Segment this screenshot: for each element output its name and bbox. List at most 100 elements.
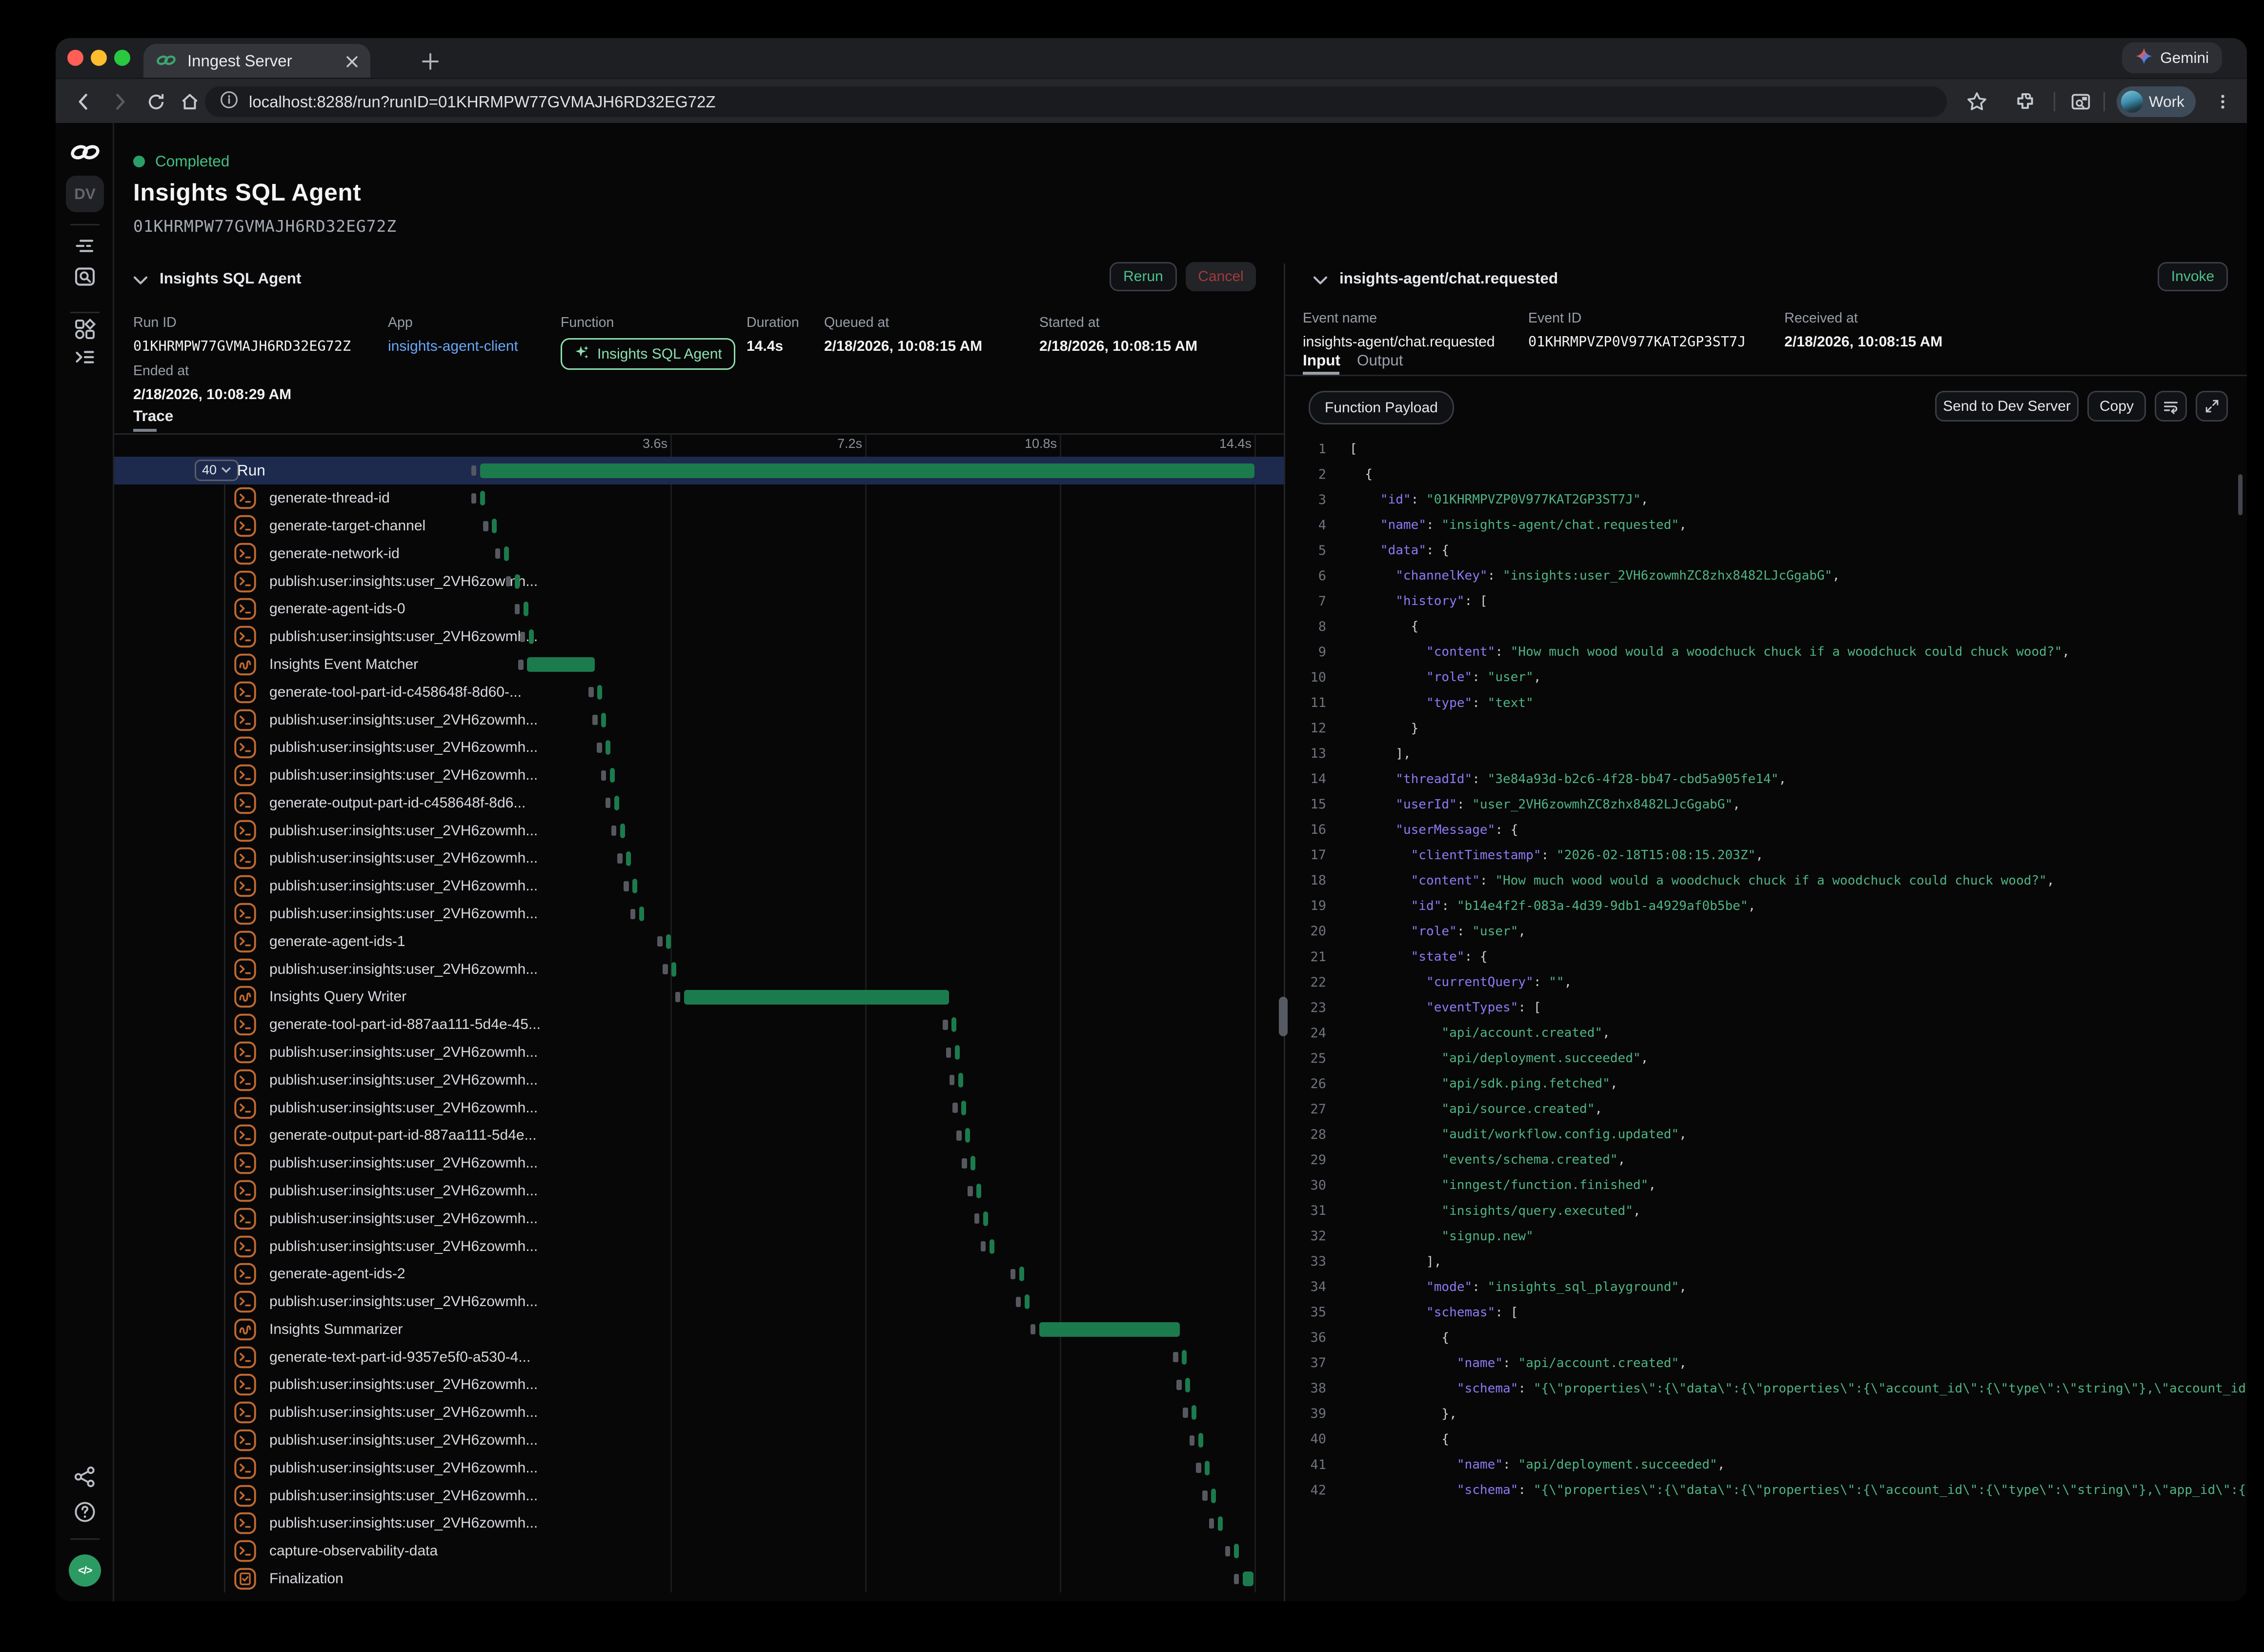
trace-row[interactable]: publish:user:insights:user_2VH6zowmh... — [114, 1482, 1284, 1510]
profile-chip[interactable]: Work — [2117, 86, 2196, 117]
trace-row[interactable]: Insights Query Writer — [114, 983, 1284, 1011]
field-label: Duration — [747, 315, 799, 331]
address-bar[interactable]: localhost:8288/run?runID=01KHRMPW77GVMAJ… — [205, 86, 1947, 117]
trace-row[interactable]: publish:user:insights:user_2VH6zowmh... — [114, 1205, 1284, 1232]
trace-row[interactable]: publish:user:insights:user_2VH6zowmh... — [114, 1288, 1284, 1316]
dev-tools-button[interactable]: </> — [69, 1554, 101, 1587]
trace-row[interactable]: capture-observability-data — [114, 1537, 1284, 1565]
tab-output[interactable]: Output — [1357, 351, 1403, 369]
trace-bar — [1039, 1322, 1180, 1337]
trace-row[interactable]: publish:user:insights:user_2VH6zowmh... — [114, 900, 1284, 928]
trace-row[interactable]: publish:user:insights:user_2VH6zowmh... — [114, 706, 1284, 734]
field-value: 2/18/2026, 10:08:15 AM — [1039, 338, 1197, 355]
copy-button[interactable]: Copy — [2087, 391, 2146, 422]
bookmark-star-icon[interactable] — [1964, 89, 1989, 114]
gemini-button[interactable]: Gemini — [2122, 42, 2222, 73]
trace-root-row[interactable]: 40 Run — [114, 457, 1284, 484]
trace-row[interactable]: publish:user:insights:user_2VH6zowmh... — [114, 845, 1284, 872]
chevron-down-icon[interactable] — [1313, 265, 1328, 292]
cancel-button[interactable]: Cancel — [1186, 262, 1256, 291]
event-section-header[interactable]: insights-agent/chat.requested — [1313, 263, 1558, 293]
trace-row[interactable]: publish:user:insights:user_2VH6zowmh... — [114, 567, 1284, 595]
minimize-window-button[interactable] — [91, 50, 107, 66]
trace-row[interactable]: generate-agent-ids-1 — [114, 927, 1284, 955]
trace-row[interactable]: publish:user:insights:user_2VH6zowmh... — [114, 955, 1284, 983]
share-icon[interactable] — [56, 1459, 114, 1494]
trace-row[interactable]: generate-network-id — [114, 540, 1284, 567]
tab-input[interactable]: Input — [1303, 351, 1340, 369]
site-info-icon[interactable] — [220, 88, 239, 115]
home-icon[interactable] — [177, 89, 202, 114]
trace-row[interactable]: publish:user:insights:user_2VH6zowmh... — [114, 623, 1284, 651]
trace-row[interactable]: publish:user:insights:user_2VH6zowmh... — [114, 762, 1284, 789]
trace-row[interactable]: generate-text-part-id-9357e5f0-a530-4... — [114, 1343, 1284, 1371]
trace-row[interactable]: publish:user:insights:user_2VH6zowmh... — [114, 1427, 1284, 1454]
trace-row[interactable]: publish:user:insights:user_2VH6zowmh... — [114, 1066, 1284, 1094]
run-section-header[interactable]: Insights SQL Agent — [133, 263, 302, 293]
search-tabs-icon[interactable] — [2068, 89, 2093, 114]
trace-row[interactable]: generate-output-part-id-c458648f-8d6... — [114, 789, 1284, 817]
send-to-dev-server-button[interactable]: Send to Dev Server — [1935, 391, 2079, 422]
tab-trace[interactable]: Trace — [133, 407, 173, 425]
trace-row[interactable]: publish:user:insights:user_2VH6zowmh... — [114, 1177, 1284, 1205]
panel-resize-handle[interactable] — [1279, 997, 1288, 1036]
trace-row[interactable]: publish:user:insights:user_2VH6zowmh... — [114, 1454, 1284, 1482]
code-text: "api/sdk.ping.fetched", — [1350, 1076, 1618, 1091]
toolbar-separator — [2103, 92, 2105, 111]
workspace-avatar[interactable]: DV — [66, 176, 104, 212]
trace-row[interactable]: Insights Event Matcher — [114, 651, 1284, 679]
back-icon[interactable] — [70, 89, 95, 114]
trace-row[interactable]: publish:user:insights:user_2VH6zowmh... — [114, 1510, 1284, 1537]
close-window-button[interactable] — [67, 50, 83, 66]
expand-icon[interactable] — [2196, 391, 2228, 422]
trace-row-label: generate-text-part-id-9357e5f0-a530-4... — [269, 1349, 530, 1366]
queue-marker — [1031, 1324, 1036, 1334]
trace-row-label: publish:user:insights:user_2VH6zowmh... — [269, 767, 538, 784]
row-count-badge[interactable]: 40 — [195, 460, 239, 481]
rerun-button[interactable]: Rerun — [1110, 262, 1177, 291]
reload-icon[interactable] — [143, 89, 168, 114]
trace-bar — [632, 879, 637, 893]
payload-json-editor[interactable]: 1[2 {3 "id": "01KHRMPVZP0V977KAT2GP3ST7J… — [1285, 436, 2247, 1601]
app-content: DV </> Completed Insights SQL Agent 01KH… — [56, 123, 2247, 1601]
trace-row[interactable]: publish:user:insights:user_2VH6zowmh... — [114, 1039, 1284, 1067]
function-chip[interactable]: Insights SQL Agent — [561, 338, 735, 370]
invoke-button[interactable]: Invoke — [2158, 262, 2228, 291]
trace-row[interactable]: Insights Summarizer — [114, 1315, 1284, 1343]
close-tab-icon[interactable] — [345, 47, 359, 74]
trace-row[interactable]: generate-agent-ids-0 — [114, 595, 1284, 623]
help-icon[interactable] — [56, 1494, 114, 1530]
trace-row[interactable]: generate-target-channel — [114, 512, 1284, 540]
trace-bar — [666, 934, 671, 949]
trace-row[interactable]: generate-thread-id — [114, 484, 1284, 512]
functions-icon[interactable] — [56, 340, 114, 375]
trace-row[interactable]: generate-output-part-id-887aa111-5d4e... — [114, 1122, 1284, 1149]
browser-menu-kebab-icon[interactable] — [2210, 89, 2235, 114]
trace-row[interactable]: publish:user:insights:user_2VH6zowmh... — [114, 872, 1284, 900]
field-value[interactable]: insights-agent-client — [388, 338, 518, 355]
trace-row[interactable]: generate-tool-part-id-887aa111-5d4e-45..… — [114, 1011, 1284, 1039]
scrollbar-thumb[interactable] — [2238, 474, 2243, 515]
trace-bar — [970, 1156, 975, 1170]
trace-row[interactable]: generate-tool-part-id-c458648f-8d60-... — [114, 678, 1284, 706]
trace-row[interactable]: publish:user:insights:user_2VH6zowmh... — [114, 817, 1284, 845]
trace-row[interactable]: publish:user:insights:user_2VH6zowmh... — [114, 734, 1284, 762]
trace-row[interactable]: publish:user:insights:user_2VH6zowmh... — [114, 1232, 1284, 1260]
forward-icon[interactable] — [108, 89, 133, 114]
word-wrap-icon[interactable] — [2155, 391, 2187, 422]
trace-row[interactable]: generate-agent-ids-2 — [114, 1260, 1284, 1288]
new-tab-button[interactable] — [416, 47, 445, 76]
trace-row[interactable]: Finalization — [114, 1565, 1284, 1593]
runs-icon[interactable] — [56, 228, 114, 263]
trace-row[interactable]: publish:user:insights:user_2VH6zowmh... — [114, 1371, 1284, 1399]
chevron-down-icon[interactable] — [133, 265, 148, 292]
zoom-window-button[interactable] — [114, 50, 130, 66]
extensions-icon[interactable] — [2013, 89, 2038, 114]
event-search-icon[interactable] — [56, 259, 114, 294]
inngest-logo[interactable] — [56, 135, 114, 170]
trace-row[interactable]: publish:user:insights:user_2VH6zowmh... — [114, 1399, 1284, 1427]
trace-row[interactable]: publish:user:insights:user_2VH6zowmh... — [114, 1094, 1284, 1122]
function-payload-pill[interactable]: Function Payload — [1309, 391, 1454, 424]
browser-tab[interactable]: Inngest Server — [143, 44, 370, 78]
trace-row[interactable]: publish:user:insights:user_2VH6zowmh... — [114, 1149, 1284, 1177]
